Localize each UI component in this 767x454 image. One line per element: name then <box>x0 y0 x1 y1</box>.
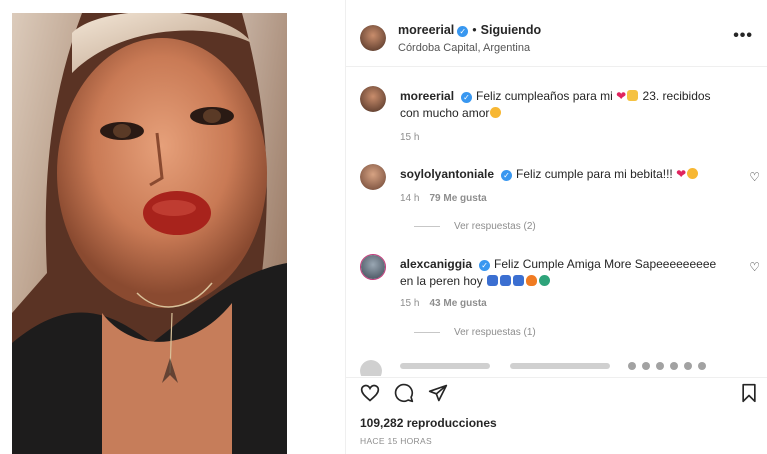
comment-time[interactable]: 15 h <box>400 298 419 309</box>
emoji-placeholder <box>670 362 678 370</box>
comment-likes[interactable]: 79 Me gusta <box>429 193 486 204</box>
like-comment-heart-icon[interactable]: ♡ <box>749 260 760 274</box>
emoji-placeholder <box>656 362 664 370</box>
commenter-avatar[interactable] <box>360 86 386 112</box>
author-avatar[interactable] <box>360 25 386 51</box>
comments-list[interactable]: moreerial ✓ Feliz cumpleaños para mi ❤ 23.… <box>346 68 767 376</box>
verified-badge-icon: ✓ <box>501 170 513 181</box>
commenter-avatar <box>360 360 382 376</box>
view-replies-label: Ver respuestas (1) <box>454 327 536 338</box>
heart-emoji-icon: ❤ <box>676 167 687 181</box>
commenter-username[interactable]: alexcaniggia <box>400 257 472 271</box>
heart-icon[interactable] <box>360 383 380 403</box>
post-location[interactable]: Córdoba Capital, Argentina <box>398 42 530 54</box>
caption-comment: moreerial ✓ Feliz cumpleaños para mi ❤ 23.… <box>360 86 760 156</box>
header-separator: • <box>472 23 477 37</box>
comment-time[interactable]: 14 h <box>400 193 419 204</box>
view-replies-button[interactable]: Ver respuestas (1) <box>414 327 536 338</box>
replies-line <box>414 225 440 227</box>
heart-emoji-icon: ❤ <box>616 89 627 103</box>
comment-body: soylolyantoniale ✓ Feliz cumple para mi be… <box>400 166 730 183</box>
emoji-placeholder <box>684 362 692 370</box>
commenter-avatar[interactable] <box>360 254 386 280</box>
comment-meta: 15 h 43 Me gusta <box>400 298 497 309</box>
blue-square-emoji-icon <box>487 275 499 286</box>
comment-meta: 15 h <box>400 132 429 143</box>
comment-time[interactable]: 15 h <box>400 132 419 143</box>
fire-emoji-icon <box>526 275 538 286</box>
commenter-avatar[interactable] <box>360 164 386 190</box>
post-media[interactable] <box>12 13 287 454</box>
verified-badge-icon: ✓ <box>457 26 469 37</box>
comment-likes[interactable]: 43 Me gusta <box>429 298 486 309</box>
bookmark-icon[interactable] <box>739 383 759 403</box>
username-placeholder <box>400 363 490 369</box>
author-username[interactable]: moreerial <box>398 23 454 37</box>
emoji-placeholder <box>628 362 636 370</box>
verified-badge-icon: ✓ <box>479 260 491 271</box>
post-header: moreerial ✓ • Siguiendo Córdoba Capital, Ar… <box>346 13 767 67</box>
comment-item: soylolyantoniale ✓ Feliz cumple para mi be… <box>360 164 760 244</box>
post-actions: 109,282 reproducciones HACE 15 HORAS <box>346 377 767 454</box>
commenter-username[interactable]: soylolyantoniale <box>400 167 494 181</box>
text-placeholder <box>510 363 610 369</box>
more-options-button[interactable]: ••• <box>733 27 753 45</box>
commenter-username[interactable]: moreerial <box>400 89 454 103</box>
blue-square-emoji-icon <box>513 275 525 286</box>
smiling-face-emoji-icon <box>687 168 699 179</box>
verified-badge-icon: ✓ <box>461 92 473 103</box>
globe-emoji-icon <box>539 275 551 286</box>
blue-square-emoji-icon <box>500 275 512 286</box>
following-button[interactable]: Siguiendo <box>481 23 541 37</box>
smiling-face-emoji-icon <box>490 107 502 118</box>
comment-text: Feliz cumpleaños para mi <box>476 89 613 103</box>
emoji-placeholder <box>642 362 650 370</box>
like-comment-heart-icon[interactable]: ♡ <box>749 170 760 184</box>
view-replies-label: Ver respuestas (2) <box>454 221 536 232</box>
share-icon[interactable] <box>428 383 448 403</box>
post-timestamp[interactable]: HACE 15 HORAS <box>360 436 432 446</box>
author-line: moreerial ✓ • Siguiendo <box>398 23 541 37</box>
comment-body: alexcaniggia ✓ Feliz Cumple Amiga More Sap… <box>400 256 730 290</box>
comment-icon[interactable] <box>394 383 414 403</box>
comment-meta: 14 h 79 Me gusta <box>400 193 497 204</box>
view-count[interactable]: 109,282 reproducciones <box>360 416 497 430</box>
emoji-placeholder <box>698 362 706 370</box>
partially-visible-comment <box>360 360 760 376</box>
crown-emoji-icon <box>627 90 639 101</box>
post-photo <box>12 13 287 454</box>
comment-text: Feliz cumple para mi bebita!!! <box>516 167 673 181</box>
view-replies-button[interactable]: Ver respuestas (2) <box>414 221 536 232</box>
replies-line <box>414 331 440 333</box>
comment-body: moreerial ✓ Feliz cumpleaños para mi ❤ 23.… <box>400 88 730 122</box>
comment-item: alexcaniggia ✓ Feliz Cumple Amiga More Sap… <box>360 254 760 354</box>
